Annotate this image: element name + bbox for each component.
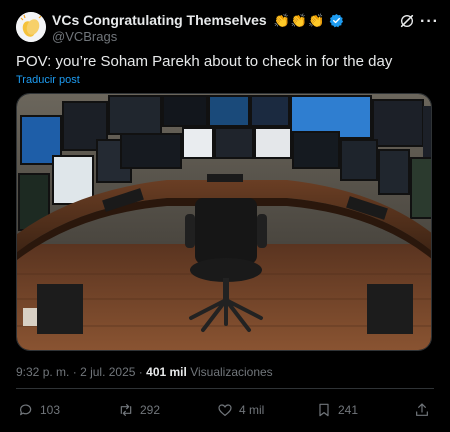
like-count: 4 mil bbox=[239, 403, 265, 417]
author-name[interactable]: VCs Congratulating Themselves bbox=[52, 12, 267, 28]
clapping-hands-icon: 👏 bbox=[308, 12, 325, 28]
bookmark-button[interactable]: 241 bbox=[316, 402, 358, 418]
translate-link[interactable]: Traducir post bbox=[16, 74, 80, 86]
avatar[interactable] bbox=[16, 12, 46, 42]
like-button[interactable]: 4 mil bbox=[217, 402, 264, 418]
author-handle[interactable]: @VCBrags bbox=[52, 29, 117, 44]
verified-badge-icon bbox=[329, 13, 344, 28]
tweet-time[interactable]: 9:32 p. m. bbox=[16, 365, 69, 379]
reply-count: 103 bbox=[40, 403, 61, 417]
clapping-hands-icon: 👏 bbox=[273, 12, 290, 28]
tweet-meta: 9:32 p. m. · 2 jul. 2025 · 401 mil Visua… bbox=[16, 365, 273, 379]
repost-count: 292 bbox=[140, 403, 161, 417]
reply-icon bbox=[19, 404, 32, 416]
tweet-card: VCs Congratulating Themselves 👏 👏 👏 @VCB… bbox=[0, 0, 450, 432]
repost-button[interactable]: 292 bbox=[118, 402, 160, 418]
views-label: Visualizaciones bbox=[190, 365, 273, 379]
tweet-date[interactable]: 2 jul. 2025 bbox=[80, 365, 135, 379]
repost-icon bbox=[120, 404, 132, 416]
meta-separator: · bbox=[138, 365, 143, 379]
views-count: 401 mil bbox=[146, 365, 187, 379]
bookmark-icon bbox=[319, 403, 329, 417]
bookmark-count: 241 bbox=[338, 403, 359, 417]
tweet-text: POV: you’re Soham Parekh about to check … bbox=[16, 53, 393, 70]
share-button[interactable] bbox=[414, 402, 430, 418]
photo-of-trading-desk-icon bbox=[17, 94, 431, 350]
clapping-hands-emoji-group: 👏 👏 👏 bbox=[274, 14, 325, 27]
clapping-hands-icon: 👏 bbox=[290, 12, 308, 28]
grok-icon[interactable] bbox=[399, 13, 415, 34]
author-name-row[interactable]: VCs Congratulating Themselves 👏 👏 👏 bbox=[52, 12, 344, 28]
share-icon bbox=[416, 403, 428, 416]
tweet-media-image[interactable] bbox=[16, 93, 432, 351]
heart-icon bbox=[218, 404, 232, 417]
reply-button[interactable]: 103 bbox=[18, 402, 60, 418]
more-options-icon[interactable]: ··· bbox=[420, 13, 439, 31]
divider bbox=[16, 388, 434, 389]
meta-separator: · bbox=[72, 365, 77, 379]
clapping-hands-icon bbox=[16, 12, 46, 42]
